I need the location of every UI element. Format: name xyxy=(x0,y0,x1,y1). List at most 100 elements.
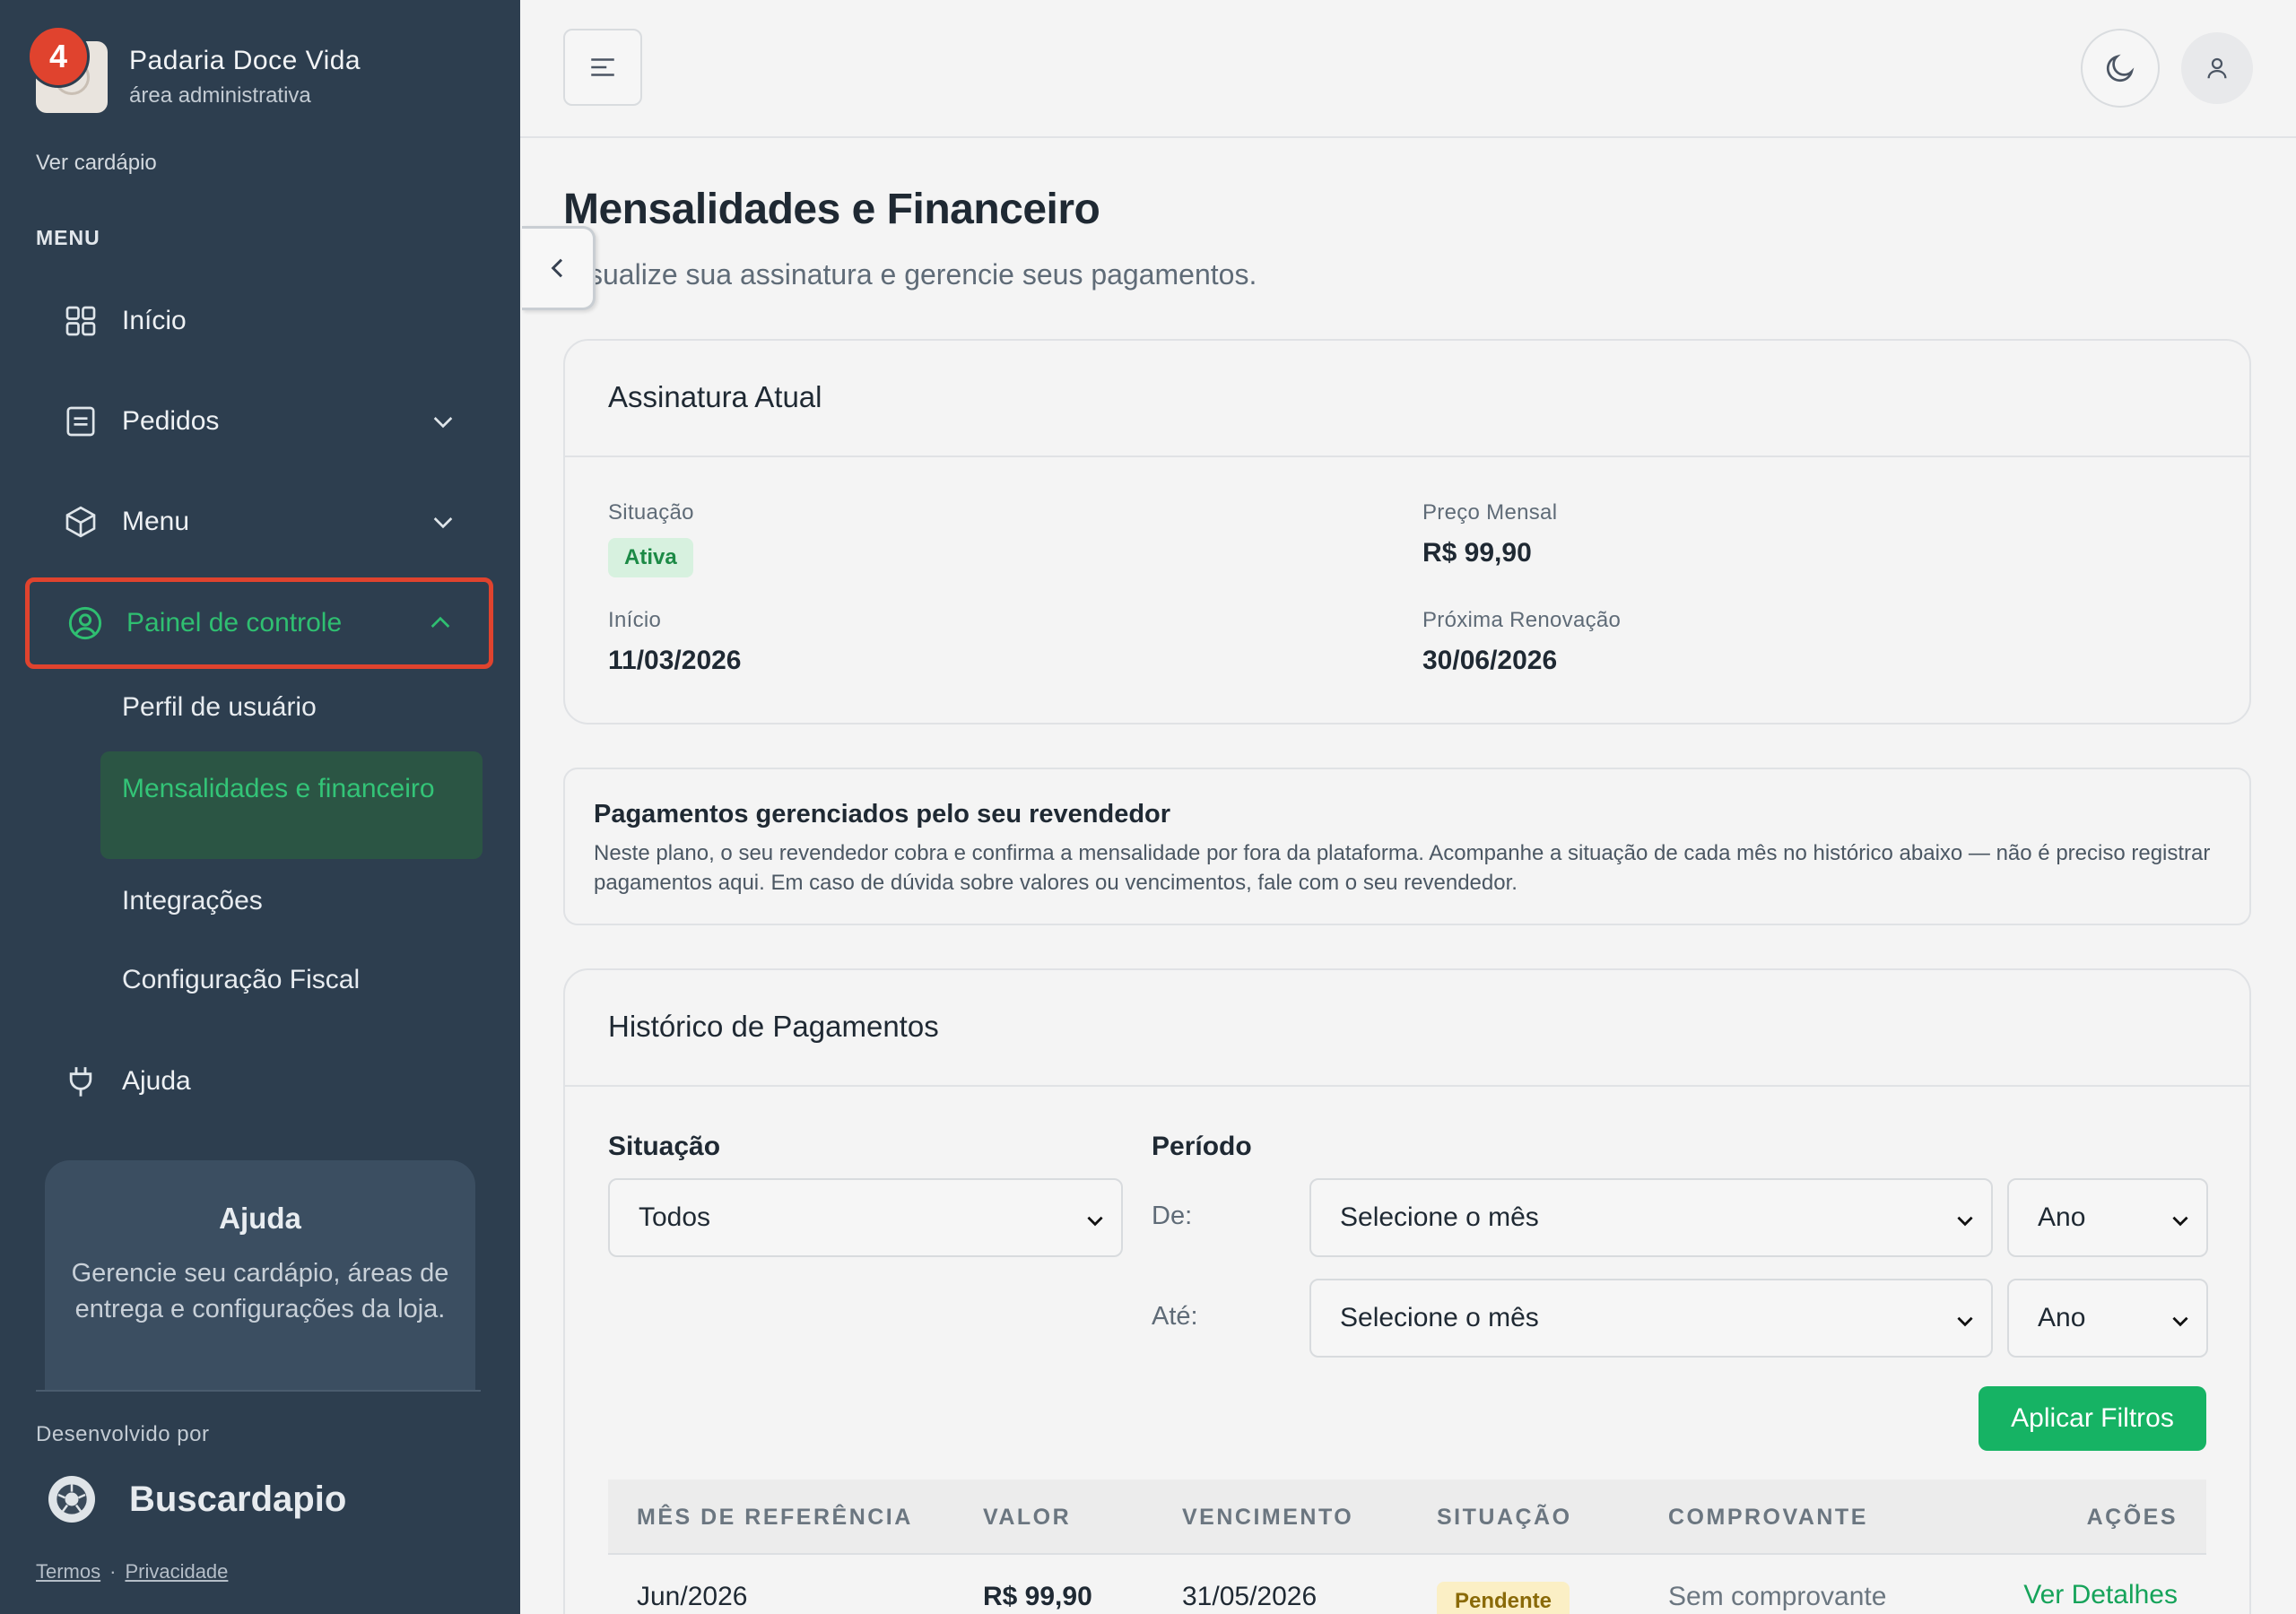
from-month-select[interactable]: Selecione o mês xyxy=(1309,1178,1993,1257)
table-header: MÊS DE REFERÊNCIA VALOR VENCIMENTO SITUA… xyxy=(608,1480,2206,1555)
terms-link[interactable]: Termos xyxy=(36,1560,100,1583)
subscription-card: Assinatura Atual Situação Ativa Preço Me… xyxy=(563,339,2251,725)
privacy-link[interactable]: Privacidade xyxy=(125,1560,228,1583)
sidebar-subitem-perfil[interactable]: Perfil de usuário xyxy=(122,692,317,723)
page-title: Mensalidades e Financeiro xyxy=(563,186,1100,233)
brand-subtitle: área administrativa xyxy=(129,83,311,108)
chevron-up-icon xyxy=(430,616,450,628)
status-label: Situação xyxy=(608,500,694,525)
chevron-down-icon xyxy=(433,517,453,529)
footer-links: Termos · Privacidade xyxy=(36,1560,228,1584)
price-value: R$ 99,90 xyxy=(1422,538,1532,568)
payment-history-card: Histórico de Pagamentos Situação Todos P… xyxy=(563,968,2251,1614)
start-label: Início xyxy=(608,608,662,632)
developer-logo[interactable]: Buscardapio xyxy=(48,1476,346,1523)
view-menu-link[interactable]: Ver cardápio xyxy=(36,151,157,176)
column-header: VALOR xyxy=(983,1505,1072,1530)
chevron-down-icon xyxy=(1957,1216,1973,1227)
developer-name: Buscardapio xyxy=(129,1479,347,1519)
user-menu-button[interactable] xyxy=(2181,32,2253,104)
page-subtitle: sualize sua assinatura e gerencie seus p… xyxy=(588,258,1257,291)
from-label: De: xyxy=(1152,1202,1193,1230)
receipt-icon xyxy=(61,402,100,441)
user-circle-icon xyxy=(65,603,105,643)
subscription-card-title: Assinatura Atual xyxy=(565,341,2249,457)
sidebar-subitem-configuracao-fiscal[interactable]: Configuração Fiscal xyxy=(122,965,360,995)
to-month-select[interactable]: Selecione o mês xyxy=(1309,1279,1993,1358)
sidebar-item-ajuda[interactable]: Ajuda xyxy=(25,1038,491,1124)
developed-by-label: Desenvolvido por xyxy=(36,1422,210,1446)
reseller-info-text: Neste plano, o seu revendedor cobra e co… xyxy=(594,841,2211,895)
chevron-down-icon xyxy=(433,417,453,429)
reseller-info-card: Pagamentos gerenciados pelo seu revended… xyxy=(563,768,2251,925)
notification-badge[interactable]: 4 xyxy=(27,25,90,88)
status-field: Situação Ativa xyxy=(608,500,694,577)
cell-due-date: 31/05/2026 xyxy=(1182,1582,1318,1611)
help-box: Ajuda Gerencie seu cardápio, áreas de en… xyxy=(45,1160,475,1390)
renewal-value: 30/06/2026 xyxy=(1422,646,1558,675)
price-field: Preço Mensal R$ 99,90 xyxy=(1422,500,1557,568)
chevron-down-icon xyxy=(2172,1216,2188,1227)
cell-month: Jun/2026 xyxy=(637,1582,748,1611)
to-label: Até: xyxy=(1152,1302,1198,1331)
from-month-value: Selecione o mês xyxy=(1340,1202,1539,1232)
grid-icon xyxy=(61,301,100,341)
sidebar: 4 Padaria Doce Vida área administrativa … xyxy=(0,0,520,1614)
column-header: VENCIMENTO xyxy=(1182,1505,1354,1530)
column-header: AÇÕES xyxy=(2086,1505,2178,1530)
aperture-icon xyxy=(48,1476,95,1523)
sidebar-divider xyxy=(36,1390,481,1392)
column-header: MÊS DE REFERÊNCIA xyxy=(637,1505,913,1530)
sidebar-subitem-integracoes[interactable]: Integrações xyxy=(122,886,263,916)
payment-history-title: Histórico de Pagamentos xyxy=(565,970,2249,1087)
sidebar-subitem-mensalidades[interactable]: Mensalidades e financeiro xyxy=(100,751,483,859)
help-box-title: Ajuda xyxy=(219,1202,301,1235)
status-filter-label: Situação xyxy=(608,1132,721,1161)
menu-toggle-button[interactable] xyxy=(563,29,642,106)
chevron-down-icon xyxy=(2172,1316,2188,1327)
sidebar-item-label: Início xyxy=(122,306,187,335)
cell-amount: R$ 99,90 xyxy=(983,1582,1092,1611)
sidebar-item-painel-de-controle[interactable]: Painel de controle xyxy=(25,577,493,669)
price-label: Preço Mensal xyxy=(1422,500,1558,525)
status-filter-select[interactable]: Todos xyxy=(608,1178,1123,1257)
separator-dot: · xyxy=(109,1560,117,1583)
sidebar-item-label: Menu xyxy=(122,507,190,536)
to-year-value: Ano xyxy=(2038,1303,2086,1332)
period-filter-label: Período xyxy=(1152,1132,1252,1161)
menu-heading: MENU xyxy=(36,226,100,249)
chevron-left-icon xyxy=(551,258,562,278)
hamburger-icon xyxy=(591,58,614,76)
status-badge: Ativa xyxy=(608,538,693,577)
view-details-link[interactable]: Ver Detalhes xyxy=(2023,1580,2178,1610)
sidebar-item-label: Ajuda xyxy=(122,1066,191,1096)
user-icon xyxy=(2207,57,2227,79)
sidebar-item-pedidos[interactable]: Pedidos xyxy=(25,378,491,464)
collapse-sidebar-button[interactable] xyxy=(522,226,596,310)
start-value: 11/03/2026 xyxy=(608,646,742,675)
sidebar-item-label: Pedidos xyxy=(122,406,220,436)
status-badge: Pendente xyxy=(1437,1582,1570,1614)
chevron-down-icon xyxy=(1957,1316,1973,1327)
to-month-value: Selecione o mês xyxy=(1340,1303,1539,1332)
renewal-field: Próxima Renovação 30/06/2026 xyxy=(1422,608,1621,676)
sidebar-item-label: Painel de controle xyxy=(126,608,343,638)
from-year-value: Ano xyxy=(2038,1202,2086,1232)
from-year-select[interactable]: Ano xyxy=(2007,1178,2208,1257)
cell-receipt: Sem comprovante xyxy=(1668,1582,1887,1611)
theme-toggle-button[interactable] xyxy=(2081,29,2160,108)
brand-name: Padaria Doce Vida xyxy=(129,46,361,75)
reseller-info-title: Pagamentos gerenciados pelo seu revended… xyxy=(594,800,1171,829)
sidebar-item-inicio[interactable]: Início xyxy=(25,278,491,364)
sidebar-item-menu[interactable]: Menu xyxy=(25,479,491,565)
renewal-label: Próxima Renovação xyxy=(1422,608,1622,632)
box-icon xyxy=(61,502,100,542)
plug-icon xyxy=(61,1062,100,1101)
help-box-text: Gerencie seu cardápio, áreas de entrega … xyxy=(71,1259,449,1323)
column-header: SITUAÇÃO xyxy=(1437,1505,1572,1530)
apply-filters-button[interactable]: Aplicar Filtros xyxy=(1979,1386,2206,1451)
moon-icon xyxy=(2106,54,2135,82)
topbar xyxy=(520,0,2296,138)
to-year-select[interactable]: Ano xyxy=(2007,1279,2208,1358)
chevron-down-icon xyxy=(1087,1216,1103,1227)
